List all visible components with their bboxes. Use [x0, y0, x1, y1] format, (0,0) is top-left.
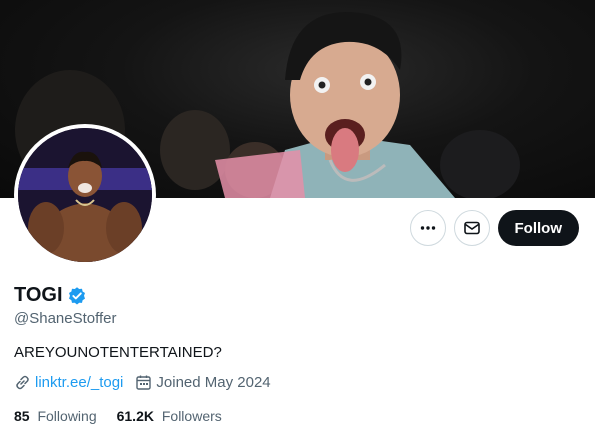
follow-button[interactable]: Follow [497, 210, 579, 246]
joined-date: Joined May 2024 [135, 374, 271, 391]
display-name: TOGI [14, 284, 63, 306]
user-handle: @ShaneStoffer [14, 310, 117, 327]
profile-link-text[interactable]: linktr.ee/_togi [35, 374, 123, 391]
avatar[interactable] [14, 124, 156, 266]
calendar-icon [136, 375, 152, 390]
name-row: TOGI [14, 284, 87, 307]
mail-icon [463, 221, 480, 235]
link-icon [16, 375, 29, 390]
joined-text: Joined May 2024 [156, 374, 271, 391]
follow-stats: 85 Following 61.2K Followers [14, 408, 242, 424]
following-label: Following [37, 408, 97, 424]
followers-count: 61.2K [116, 408, 154, 424]
more-horizontal-icon [420, 226, 435, 230]
bio: AREYOUNOTENTERTAINED? [14, 344, 222, 361]
more-button[interactable] [409, 210, 446, 246]
message-button[interactable] [453, 210, 490, 246]
verified-badge-icon[interactable] [67, 286, 87, 306]
followers-label: Followers [161, 408, 222, 424]
followers-stat[interactable]: 61.2K Followers [117, 408, 222, 424]
profile-meta: linktr.ee/_togi Joined May 2024 [14, 374, 283, 391]
following-stat[interactable]: 85 Following [14, 408, 97, 424]
following-count: 85 [14, 408, 30, 424]
profile-actions: Follow [409, 210, 579, 246]
profile-link[interactable]: linktr.ee/_togi [14, 374, 123, 391]
avatar-image [18, 128, 152, 262]
